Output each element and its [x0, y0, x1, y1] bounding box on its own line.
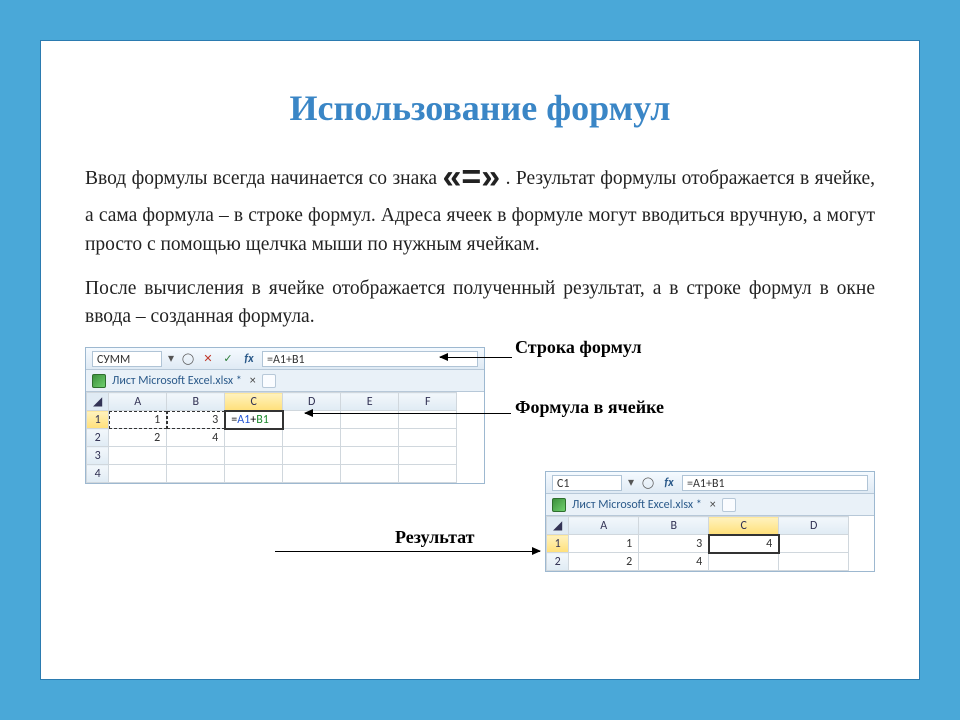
grid2-A2: 2 [569, 553, 639, 571]
grid2-col-B: B [639, 517, 709, 535]
grid1-col-F: F [399, 393, 457, 411]
paragraph-1: Ввод формулы всегда начинается со знака … [85, 153, 875, 259]
workbook-tabstrip-2: Лист Microsoft Excel.xlsx * × [546, 494, 874, 516]
para1-part-a: Ввод формулы всегда начинается со знака [85, 168, 443, 189]
excel-file-icon-2 [552, 498, 566, 512]
excel-screenshot-result: C1 ▾ ◯ fx =A1+B1 Лист Microsoft Excel.xl… [545, 471, 875, 572]
grid1-col-A: A [109, 393, 167, 411]
callout-result: Результат [395, 527, 475, 548]
fbar-enter-icon: ✓ [220, 351, 236, 367]
grid1-E2 [341, 429, 399, 447]
grid2-row2-h: 2 [547, 553, 569, 571]
fbar-circle-icon: ◯ [180, 351, 196, 367]
namebox-dropdown-icon: ▾ [166, 351, 176, 366]
grid1-A1: 1 [109, 411, 167, 429]
workbook-tabstrip-1: Лист Microsoft Excel.xlsx * × [86, 370, 484, 392]
callout-cell-formula: Формула в ячейке [515, 397, 664, 418]
grid2-col-C: C [709, 517, 779, 535]
grid1-row4-h: 4 [87, 465, 109, 483]
fbar-circle-icon-2: ◯ [640, 475, 656, 491]
name-box-1: СУММ [92, 351, 162, 367]
grid1-col-C: C [225, 393, 283, 411]
page-title: Использование формул [85, 87, 875, 129]
formula-value-2: =A1+B1 [682, 475, 868, 491]
grid1-B1: 3 [167, 411, 225, 429]
fbar-cancel-icon: ✕ [200, 351, 216, 367]
paragraph-2: После вычисления в ячейке отображается п… [85, 275, 875, 332]
grid2-corner: ◢ [547, 517, 569, 535]
grid2-C2 [709, 553, 779, 571]
grid2-D1 [779, 535, 849, 553]
new-sheet-icon-2 [722, 498, 736, 512]
grid1-A2: 2 [109, 429, 167, 447]
grid2-A1: 1 [569, 535, 639, 553]
workbook-name-1: Лист Microsoft Excel.xlsx * [112, 374, 242, 388]
grid1-row2-h: 2 [87, 429, 109, 447]
workbook-name-2: Лист Microsoft Excel.xlsx * [572, 498, 702, 512]
arrow-to-formula-bar [440, 357, 512, 358]
equals-sign: «=» [443, 158, 501, 196]
grid-2: ◢ A B C D 1 1 3 4 2 2 [546, 516, 874, 571]
grid1-C1-editing: =A1+B1 [225, 411, 283, 429]
grid1-row3-h: 3 [87, 447, 109, 465]
arrow-to-result [275, 551, 540, 552]
name-box-2: C1 [552, 475, 622, 491]
slide-card: Использование формул Ввод формулы всегда… [40, 40, 920, 680]
grid2-D2 [779, 553, 849, 571]
arrow-to-cell-formula [305, 413, 511, 414]
formula-bar-1: СУММ ▾ ◯ ✕ ✓ fx =A1+B1 [86, 348, 484, 370]
fx-icon-2: fx [660, 476, 678, 490]
slide-tab-notch [430, 0, 560, 44]
grid2-C1-result: 4 [709, 535, 779, 553]
grid1-D2 [283, 429, 341, 447]
grid1-B2: 4 [167, 429, 225, 447]
grid-1: ◢ A B C D E F 1 1 3 =A1+B1 [86, 392, 484, 483]
excel-screenshot-editing: СУММ ▾ ◯ ✕ ✓ fx =A1+B1 Лист Microsoft Ex… [85, 347, 485, 484]
excel-file-icon [92, 374, 106, 388]
grid1-corner: ◢ [87, 393, 109, 411]
tab-close-icon: × [250, 374, 256, 388]
grid1-col-D: D [283, 393, 341, 411]
grid2-B1: 3 [639, 535, 709, 553]
namebox-dropdown-icon-2: ▾ [626, 475, 636, 490]
new-sheet-icon [262, 374, 276, 388]
tab-close-icon-2: × [710, 498, 716, 512]
grid2-col-D: D [779, 517, 849, 535]
diagram-area: СУММ ▾ ◯ ✕ ✓ fx =A1+B1 Лист Microsoft Ex… [85, 341, 875, 601]
grid1-col-B: B [167, 393, 225, 411]
grid1-C2 [225, 429, 283, 447]
grid1-row1-h: 1 [87, 411, 109, 429]
grid2-row1-h: 1 [547, 535, 569, 553]
fx-icon: fx [240, 352, 258, 366]
formula-bar-2: C1 ▾ ◯ fx =A1+B1 [546, 472, 874, 494]
grid2-col-A: A [569, 517, 639, 535]
grid1-col-E: E [341, 393, 399, 411]
grid1-F2 [399, 429, 457, 447]
callout-formula-bar: Строка формул [515, 337, 642, 358]
grid2-B2: 4 [639, 553, 709, 571]
